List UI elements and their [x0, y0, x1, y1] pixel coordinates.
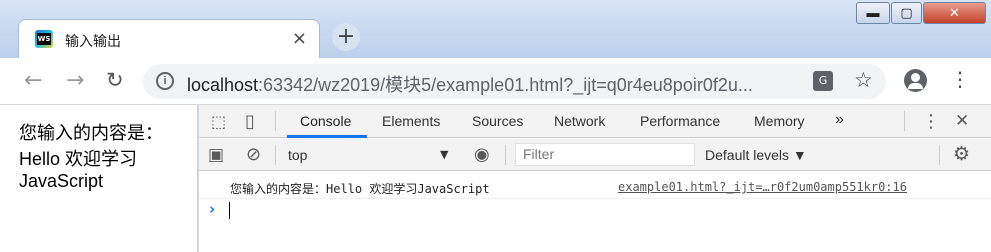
- console-prompt-icon: ›: [209, 200, 216, 218]
- console-message-row: 您输入的内容是：Hello 欢迎学习JavaScript example01.h…: [199, 177, 991, 199]
- tab-console[interactable]: Console: [300, 113, 351, 129]
- chrome-menu-icon[interactable]: ⋮: [950, 67, 970, 91]
- webstorm-favicon-icon: WS: [35, 30, 53, 48]
- context-selector[interactable]: top: [288, 147, 307, 163]
- filter-input[interactable]: Filter: [515, 143, 695, 166]
- output-line-3: JavaScript: [19, 171, 104, 191]
- profile-avatar-icon[interactable]: [904, 69, 927, 92]
- tab-close-icon[interactable]: ×: [292, 28, 307, 49]
- maximize-button[interactable]: ▢: [891, 2, 922, 24]
- info-icon[interactable]: i: [156, 72, 174, 90]
- page-content: 您输入的内容是： Hello 欢迎学习 JavaScript: [0, 105, 198, 252]
- tab-network[interactable]: Network: [554, 113, 605, 129]
- more-tabs-icon[interactable]: »: [835, 111, 844, 129]
- console-message: 您输入的内容是：Hello 欢迎学习JavaScript: [230, 182, 490, 196]
- separator: [275, 111, 276, 131]
- separator: [939, 145, 940, 165]
- log-levels-dropdown[interactable]: Default levels ▼: [705, 147, 807, 163]
- close-devtools-icon[interactable]: ✕: [955, 111, 969, 131]
- output-line-2: Hello 欢迎学习: [19, 149, 138, 169]
- tab-sources[interactable]: Sources: [472, 113, 523, 129]
- devtools-tab-bar: ⬚ ▯ Console Elements Sources Network Per…: [199, 105, 991, 138]
- browser-tab[interactable]: WS 输入输出 ×: [18, 19, 320, 58]
- console-filter-bar: ▣ ⊘ top ▼ ◉ Filter Default levels ▼ ⚙: [199, 139, 991, 171]
- eye-icon[interactable]: ◉: [474, 144, 490, 165]
- new-tab-button[interactable]: +: [332, 23, 360, 51]
- translate-icon[interactable]: G: [813, 71, 833, 91]
- separator: [275, 145, 276, 165]
- sidebar-toggle-icon[interactable]: ▣: [208, 145, 224, 165]
- address-bar[interactable]: i localhost:63342/wz2019/模块5/example01.h…: [143, 64, 886, 99]
- devtools-menu-icon[interactable]: ⋮: [922, 111, 940, 132]
- bookmark-star-icon[interactable]: ☆: [854, 68, 873, 92]
- tab-performance[interactable]: Performance: [640, 113, 720, 129]
- separator: [904, 111, 905, 131]
- close-window-button[interactable]: ✕: [923, 2, 986, 24]
- active-tab-indicator: [287, 135, 367, 138]
- back-arrow-icon[interactable]: ←: [24, 68, 42, 93]
- gear-icon[interactable]: ⚙: [953, 143, 970, 165]
- output-line-1: 您输入的内容是：: [19, 123, 163, 143]
- url-host: localhost: [187, 75, 259, 95]
- url-path: :63342/wz2019/模块5/example01.html?_ijt=q0…: [258, 75, 753, 95]
- forward-arrow-icon[interactable]: →: [66, 68, 84, 93]
- console-source-link[interactable]: example01.html?_ijt=…r0f2um0amp551kr0:16: [618, 180, 907, 194]
- reload-icon[interactable]: ↻: [106, 68, 124, 92]
- browser-window: WS 输入输出 × + ▬ ▢ ✕ ← → ↻ i localhost:6334…: [0, 0, 991, 252]
- device-toolbar-icon[interactable]: ▯: [245, 111, 255, 132]
- url-text[interactable]: localhost:63342/wz2019/模块5/example01.htm…: [187, 71, 753, 97]
- minimize-button[interactable]: ▬: [856, 2, 890, 24]
- separator: [505, 145, 506, 165]
- clear-console-icon[interactable]: ⊘: [246, 144, 261, 165]
- tab-title: 输入输出: [65, 33, 121, 49]
- devtools-panel: ⬚ ▯ Console Elements Sources Network Per…: [199, 105, 991, 252]
- title-bar: WS 输入输出 × + ▬ ▢ ✕: [0, 0, 991, 58]
- console-input-caret[interactable]: [229, 202, 230, 219]
- chevron-down-icon[interactable]: ▼: [440, 148, 448, 161]
- tab-memory[interactable]: Memory: [754, 113, 805, 129]
- inspect-element-icon[interactable]: ⬚: [211, 112, 226, 131]
- tab-elements[interactable]: Elements: [382, 113, 440, 129]
- browser-toolbar: ← → ↻ i localhost:63342/wz2019/模块5/examp…: [0, 58, 991, 105]
